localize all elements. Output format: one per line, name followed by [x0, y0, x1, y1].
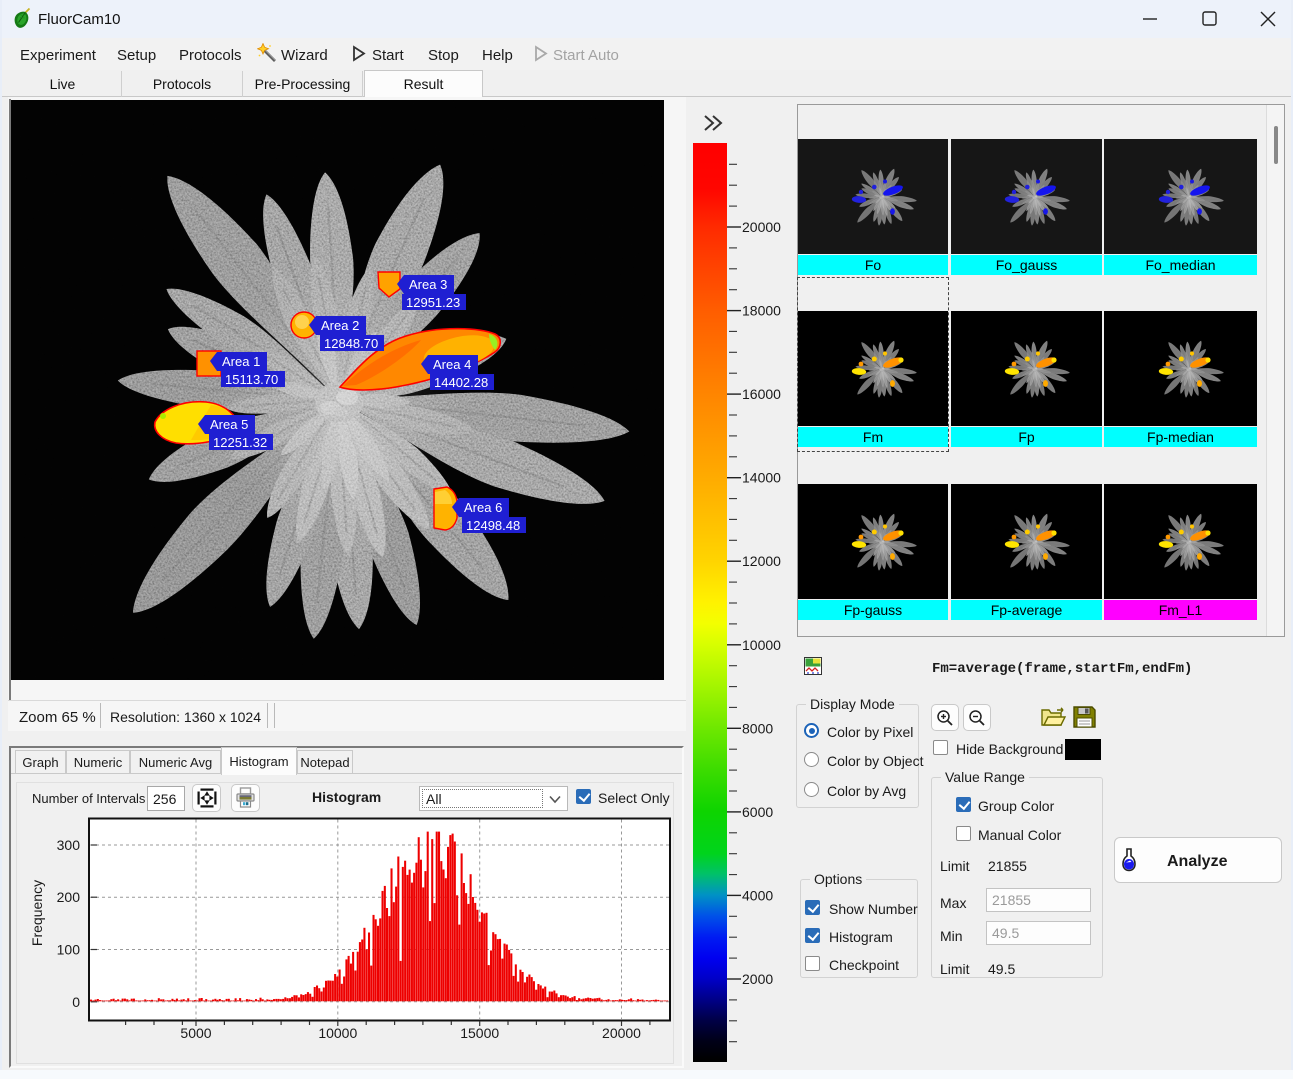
svg-text:Area 3: Area 3 [409, 277, 447, 292]
svg-text:16000: 16000 [742, 386, 781, 402]
svg-text:12251.32: 12251.32 [213, 435, 267, 450]
svg-text:200: 200 [57, 889, 81, 905]
svg-text:12000: 12000 [742, 553, 781, 569]
svg-text:Area 2: Area 2 [321, 318, 359, 333]
svg-text:14000: 14000 [742, 470, 781, 486]
svg-text:12951.23: 12951.23 [406, 295, 460, 310]
svg-text:18000: 18000 [742, 303, 781, 319]
svg-text:12848.70: 12848.70 [324, 336, 378, 351]
svg-text:Area 6: Area 6 [464, 500, 502, 515]
svg-text:Area 5: Area 5 [210, 417, 248, 432]
svg-text:10000: 10000 [318, 1025, 357, 1041]
svg-text:10000: 10000 [742, 637, 781, 653]
svg-text:14402.28: 14402.28 [434, 375, 488, 390]
svg-text:8000: 8000 [742, 720, 773, 736]
svg-text:5000: 5000 [180, 1025, 211, 1041]
svg-text:Frequency: Frequency [29, 880, 45, 946]
svg-text:Area 4: Area 4 [433, 357, 471, 372]
svg-text:100: 100 [57, 942, 81, 958]
svg-text:20000: 20000 [602, 1025, 641, 1041]
svg-text:0: 0 [72, 994, 80, 1010]
svg-text:15000: 15000 [460, 1025, 499, 1041]
svg-text:15113.70: 15113.70 [225, 372, 278, 387]
svg-text:20000: 20000 [742, 219, 781, 235]
svg-text:Area 1: Area 1 [222, 354, 260, 369]
svg-text:4000: 4000 [742, 887, 773, 903]
svg-text:12498.48: 12498.48 [466, 518, 520, 533]
svg-text:6000: 6000 [742, 804, 773, 820]
svg-text:300: 300 [57, 837, 81, 853]
svg-text:2000: 2000 [742, 971, 773, 987]
